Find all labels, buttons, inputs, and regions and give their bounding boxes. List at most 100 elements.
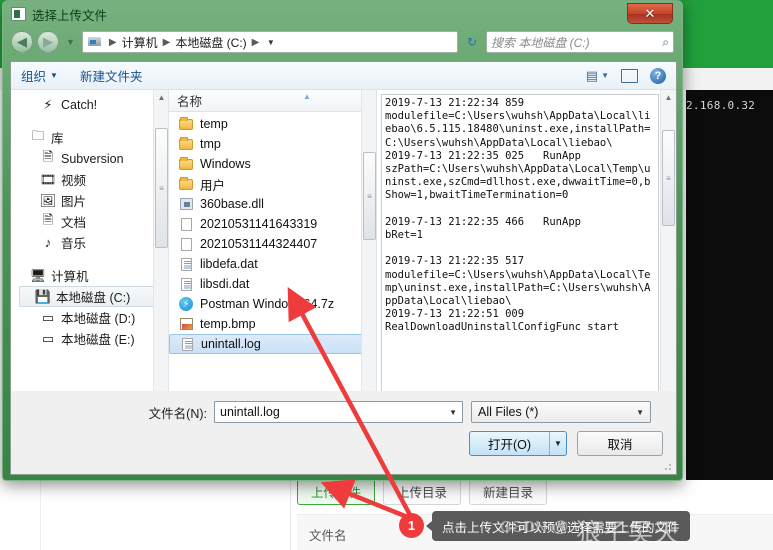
page-divider-left [40, 481, 41, 550]
folder-icon [179, 176, 193, 190]
breadcrumb-drive-c[interactable]: 本地磁盘 (C:) [173, 34, 248, 51]
nav-tree-item[interactable]: 💾 本地磁盘 (C:) [19, 286, 164, 307]
file-column-header[interactable]: 名称 ▲ [169, 90, 376, 112]
sort-ascending-icon: ▲ [303, 92, 311, 101]
dialog-navigation-bar: ◀ ▶ ▼ ▶ 计算机 ▶ 本地磁盘 (C:) ▶ ▼ ↻ 搜索 本地磁盘 (C… [3, 27, 682, 57]
search-input[interactable]: 搜索 本地磁盘 (C:) ⌕ [486, 31, 674, 53]
scroll-up-icon[interactable]: ▲ [661, 90, 676, 105]
file-list-item[interactable]: temp.bmp [169, 314, 376, 334]
file-list-item[interactable]: 20210531141643319 [169, 214, 376, 234]
nav-tree-item[interactable]: 🗎 Subversion [11, 148, 168, 169]
nav-tree-item[interactable]: ▭ 本地磁盘 (E:) [11, 328, 168, 349]
file-list-item[interactable]: libsdi.dat [169, 274, 376, 294]
organize-label: 组织 [21, 70, 47, 84]
address-bar[interactable]: ▶ 计算机 ▶ 本地磁盘 (C:) ▶ ▼ [81, 31, 458, 53]
nav-tree-item[interactable]: ♪ 音乐 [11, 232, 168, 253]
file-icon-wrap [177, 318, 195, 330]
file-icon-wrap [177, 116, 195, 130]
breadcrumb-sep-0: ▶ [108, 36, 117, 48]
upload-directory-button[interactable]: 上传目录 [383, 478, 462, 505]
filename-value: unintall.log [220, 405, 280, 419]
file-icon-wrap: ⚡ [177, 297, 195, 311]
file-list-item[interactable]: 360base.dll [169, 194, 376, 214]
nav-tree-item[interactable]: 🎞 视频 [11, 169, 168, 190]
harddrive-icon: ▭ [41, 309, 55, 325]
chevron-down-icon[interactable]: ▼ [549, 432, 566, 455]
cancel-button[interactable]: 取消 [577, 431, 663, 456]
history-dropdown-icon[interactable]: ▼ [63, 37, 78, 47]
file-list-item[interactable]: temp [169, 114, 376, 134]
file-list-item[interactable]: 用户 [169, 174, 376, 194]
resize-grip[interactable] [661, 460, 673, 472]
file-list-item[interactable]: ⚡ Postman Windows64.7z [169, 294, 376, 314]
scroll-thumb[interactable]: ≡ [662, 130, 675, 226]
generic-file-icon [180, 237, 192, 251]
preview-pane-icon[interactable] [621, 68, 638, 83]
chevron-down-icon[interactable]: ▼ [449, 408, 457, 417]
file-icon-wrap [177, 257, 195, 271]
change-view-button[interactable]: ▤ ▼ [586, 68, 609, 84]
console-ip-text: 2.168.0.32 [686, 99, 756, 112]
chevron-down-icon: ▼ [636, 407, 644, 417]
file-type-filter-select[interactable]: All Files (*) ▼ [471, 401, 651, 423]
close-icon[interactable]: ✕ [627, 3, 673, 24]
open-button[interactable]: 打开(O) ▼ [468, 431, 567, 456]
computer-icon: 🖥 [29, 267, 47, 283]
file-list-item[interactable]: tmp [169, 134, 376, 154]
breadcrumb-sep-1: ▶ [162, 36, 171, 48]
scroll-thumb[interactable]: ≡ [363, 152, 376, 240]
log-file-icon [181, 337, 193, 351]
file-name-label: unintall.log [201, 337, 261, 351]
scroll-up-icon[interactable]: ▲ [154, 90, 168, 105]
file-list-item[interactable]: unintall.log [169, 334, 372, 354]
dialog-button-row: 打开(O) ▼ 取消 [468, 431, 663, 456]
file-icon-wrap [177, 156, 195, 170]
nav-tree-item[interactable]: 🗀 库 [11, 127, 168, 148]
breadcrumb-sep-2: ▶ [251, 36, 260, 48]
nav-tree-item[interactable]: ▭ 本地磁盘 (D:) [11, 307, 168, 328]
forward-button[interactable]: ▶ [37, 31, 59, 53]
dialog-titlebar[interactable]: 选择上传文件 ✕ [3, 1, 682, 27]
breadcrumb-computer[interactable]: 计算机 [120, 34, 160, 51]
nav-tree-item[interactable]: ⚡ Catch! [11, 94, 168, 115]
subversion-icon: 🗎 [42, 148, 54, 164]
upload-file-button[interactable]: 上传文件 [297, 478, 376, 505]
scroll-thumb[interactable]: ≡ [155, 128, 168, 248]
file-list-item[interactable]: Windows [169, 154, 376, 174]
file-list-item[interactable]: libdefa.dat [169, 254, 376, 274]
navigation-tree: ⚡ Catch! 🗀 库 🗎 Subversion 🎞 视频 🖼 图片 🗎 文档 ♪ 音乐 🖥 计算机 💾 本地磁… [11, 90, 168, 349]
page-action-toolbar: 上传文件 上传目录 新建目录 [297, 478, 548, 505]
column-header-name: 名称 [177, 95, 203, 109]
watermark-csdn: CSDN @ [500, 519, 570, 536]
dat-file-icon [180, 277, 192, 291]
nav-tree-item[interactable]: 🖼 图片 [11, 190, 168, 211]
file-name-label: 20210531144324407 [200, 237, 318, 251]
file-list-item[interactable]: 20210531144324407 [169, 234, 376, 254]
file-name-label: 360base.dll [200, 197, 264, 211]
chevron-down-icon[interactable]: ▼ [262, 32, 279, 52]
file-name-label: libsdi.dat [200, 277, 250, 291]
search-placeholder: 搜索 本地磁盘 (C:) [491, 35, 590, 50]
catch-icon: ⚡ [43, 96, 53, 112]
nav-tree-item-label: Subversion [61, 151, 124, 166]
help-icon[interactable]: ? [650, 67, 666, 84]
refresh-icon[interactable]: ↻ [462, 31, 482, 53]
folder-icon [179, 136, 193, 150]
nav-tree-item-label: 库 [51, 132, 64, 146]
nav-tree-item-label: 计算机 [51, 270, 89, 284]
organize-button[interactable]: 组织 ▼ [21, 66, 58, 85]
file-name-label: tmp [200, 137, 221, 151]
file-name-label: temp.bmp [200, 317, 256, 331]
filename-row: 文件名(N): unintall.log ▼ All Files (*) ▼ [11, 401, 676, 423]
nav-tree-item-label: Catch! [61, 97, 98, 112]
nav-tree-item-label: 本地磁盘 (E:) [61, 333, 135, 347]
nav-tree-item[interactable]: 🖥 计算机 [11, 265, 168, 286]
new-folder-button[interactable]: 新建文件夹 [80, 66, 143, 85]
back-button[interactable]: ◀ [11, 31, 33, 53]
nav-tree-item-label: 音乐 [61, 237, 87, 251]
file-icon-wrap [177, 277, 195, 291]
pictures-icon: 🖼 [39, 192, 57, 208]
filename-input[interactable]: unintall.log ▼ [214, 401, 463, 423]
nav-tree-item[interactable]: 🗎 文档 [11, 211, 168, 232]
new-directory-button[interactable]: 新建目录 [469, 478, 548, 505]
